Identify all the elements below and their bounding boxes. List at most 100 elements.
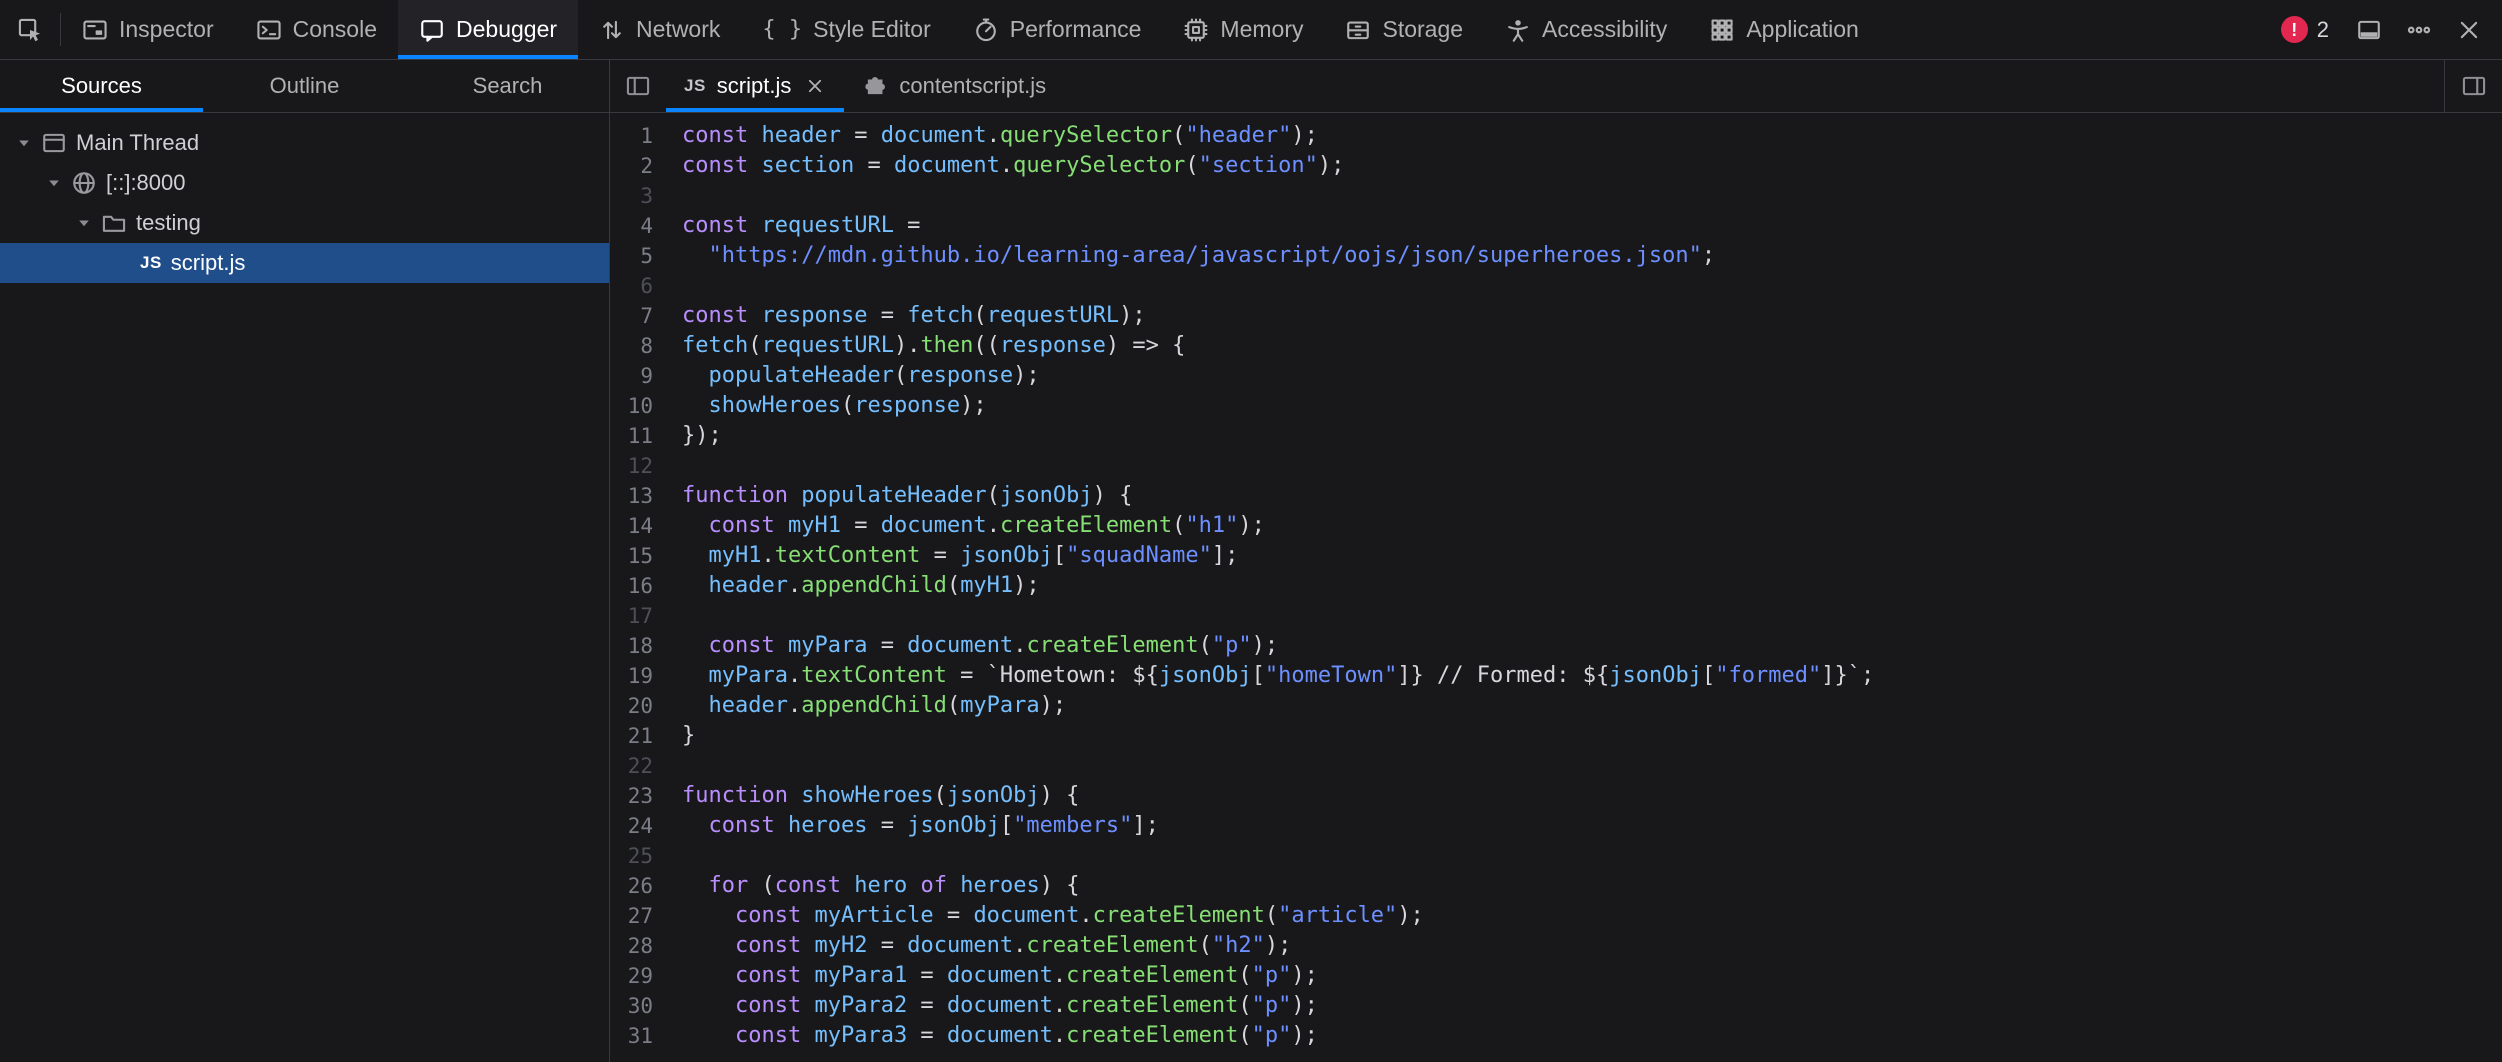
tab-memory[interactable]: Memory	[1162, 0, 1324, 59]
code-text: populateHeader(response);	[670, 361, 1040, 391]
tab-network[interactable]: Network	[578, 0, 741, 59]
tab-performance[interactable]: Performance	[952, 0, 1163, 59]
line-number[interactable]: 8	[610, 331, 670, 361]
code-text: }	[670, 721, 695, 751]
tree-item-testing-folder[interactable]: testing	[0, 203, 609, 243]
code-line[interactable]: 26 for (const hero of heroes) {	[610, 871, 2502, 901]
tree-item-main-thread[interactable]: Main Thread	[0, 123, 609, 163]
line-number[interactable]: 15	[610, 541, 670, 571]
code-line[interactable]: 14 const myH1 = document.createElement("…	[610, 511, 2502, 541]
line-number[interactable]: 11	[610, 421, 670, 451]
code-line[interactable]: 3	[610, 181, 2502, 211]
line-number[interactable]: 16	[610, 571, 670, 601]
line-number[interactable]: 21	[610, 721, 670, 751]
tree-item-script-js[interactable]: JS script.js	[0, 243, 609, 283]
line-number[interactable]: 18	[610, 631, 670, 661]
tab-console[interactable]: Console	[235, 0, 398, 59]
line-number[interactable]: 5	[610, 241, 670, 271]
code-line[interactable]: 19 myPara.textContent = `Hometown: ${jso…	[610, 661, 2502, 691]
tab-debugger[interactable]: Debugger	[398, 0, 578, 59]
line-number[interactable]: 14	[610, 511, 670, 541]
code-line[interactable]: 5 "https://mdn.github.io/learning-area/j…	[610, 241, 2502, 271]
pick-element-icon	[17, 17, 43, 43]
code-line[interactable]: 30 const myPara2 = document.createElemen…	[610, 991, 2502, 1021]
collapse-panel-button[interactable]	[2444, 60, 2502, 112]
error-count-badge[interactable]: ! 2	[2267, 16, 2343, 43]
code-text: myPara.textContent = `Hometown: ${jsonOb…	[670, 661, 1874, 691]
code-line[interactable]: 6	[610, 271, 2502, 301]
line-number[interactable]: 25	[610, 841, 670, 871]
line-number[interactable]: 27	[610, 901, 670, 931]
line-number[interactable]: 7	[610, 301, 670, 331]
line-number[interactable]: 3	[610, 181, 670, 211]
line-number[interactable]: 1	[610, 121, 670, 151]
tab-outline[interactable]: Outline	[203, 60, 406, 112]
line-number[interactable]: 20	[610, 691, 670, 721]
code-line[interactable]: 13function populateHeader(jsonObj) {	[610, 481, 2502, 511]
code-line[interactable]: 16 header.appendChild(myH1);	[610, 571, 2502, 601]
chevron-down-icon[interactable]	[46, 175, 62, 191]
line-number[interactable]: 28	[610, 931, 670, 961]
close-devtools-button[interactable]	[2444, 0, 2494, 59]
line-number[interactable]: 9	[610, 361, 670, 391]
line-number[interactable]: 29	[610, 961, 670, 991]
source-tab-contentscript-js[interactable]: contentscript.js	[844, 60, 1064, 112]
line-number[interactable]: 19	[610, 661, 670, 691]
tab-label: Memory	[1220, 16, 1303, 43]
code-line[interactable]: 10 showHeroes(response);	[610, 391, 2502, 421]
tab-inspector[interactable]: Inspector	[61, 0, 235, 59]
line-number[interactable]: 22	[610, 751, 670, 781]
code-line[interactable]: 18 const myPara = document.createElement…	[610, 631, 2502, 661]
line-number[interactable]: 30	[610, 991, 670, 1021]
code-line[interactable]: 28 const myH2 = document.createElement("…	[610, 931, 2502, 961]
source-tab-script-js[interactable]: JS script.js	[666, 60, 844, 112]
line-number[interactable]: 24	[610, 811, 670, 841]
tab-sources[interactable]: Sources	[0, 60, 203, 112]
line-number[interactable]: 6	[610, 271, 670, 301]
line-number[interactable]: 26	[610, 871, 670, 901]
line-number[interactable]: 4	[610, 211, 670, 241]
tree-item-host[interactable]: [::]:8000	[0, 163, 609, 203]
code-line[interactable]: 11});	[610, 421, 2502, 451]
pick-element-button[interactable]	[0, 0, 60, 59]
code-line[interactable]: 7const response = fetch(requestURL);	[610, 301, 2502, 331]
code-line[interactable]: 31 const myPara3 = document.createElemen…	[610, 1021, 2502, 1051]
tab-style-editor[interactable]: { } Style Editor	[741, 0, 951, 59]
code-line[interactable]: 4const requestURL =	[610, 211, 2502, 241]
code-line[interactable]: 1const header = document.querySelector("…	[610, 121, 2502, 151]
code-line[interactable]: 24 const heroes = jsonObj["members"];	[610, 811, 2502, 841]
code-line[interactable]: 22	[610, 751, 2502, 781]
code-line[interactable]: 25	[610, 841, 2502, 871]
toggle-panes-button[interactable]	[610, 60, 666, 112]
tab-application[interactable]: Application	[1688, 0, 1880, 59]
line-number[interactable]: 23	[610, 781, 670, 811]
split-console-button[interactable]	[2344, 0, 2394, 59]
tab-accessibility[interactable]: Accessibility	[1484, 0, 1688, 59]
code-line[interactable]: 23function showHeroes(jsonObj) {	[610, 781, 2502, 811]
extension-icon	[862, 73, 888, 99]
tab-storage[interactable]: Storage	[1324, 0, 1484, 59]
line-number[interactable]: 13	[610, 481, 670, 511]
code-line[interactable]: 9 populateHeader(response);	[610, 361, 2502, 391]
line-number[interactable]: 2	[610, 151, 670, 181]
code-line[interactable]: 17	[610, 601, 2502, 631]
tab-search[interactable]: Search	[406, 60, 609, 112]
line-number[interactable]: 10	[610, 391, 670, 421]
code-line[interactable]: 2const section = document.querySelector(…	[610, 151, 2502, 181]
code-editor[interactable]: 1const header = document.querySelector("…	[610, 113, 2502, 1062]
code-line[interactable]: 20 header.appendChild(myPara);	[610, 691, 2502, 721]
line-number[interactable]: 12	[610, 451, 670, 481]
chevron-down-icon[interactable]	[16, 135, 32, 151]
close-tab-icon[interactable]	[804, 75, 826, 97]
code-line[interactable]: 21}	[610, 721, 2502, 751]
chevron-down-icon[interactable]	[76, 215, 92, 231]
code-line[interactable]: 15 myH1.textContent = jsonObj["squadName…	[610, 541, 2502, 571]
line-number[interactable]: 17	[610, 601, 670, 631]
code-line[interactable]: 29 const myPara1 = document.createElemen…	[610, 961, 2502, 991]
settings-menu-button[interactable]	[2394, 0, 2444, 59]
code-line[interactable]: 27 const myArticle = document.createElem…	[610, 901, 2502, 931]
memory-icon	[1183, 17, 1209, 43]
line-number[interactable]: 31	[610, 1021, 670, 1051]
code-line[interactable]: 8fetch(requestURL).then((response) => {	[610, 331, 2502, 361]
code-line[interactable]: 12	[610, 451, 2502, 481]
